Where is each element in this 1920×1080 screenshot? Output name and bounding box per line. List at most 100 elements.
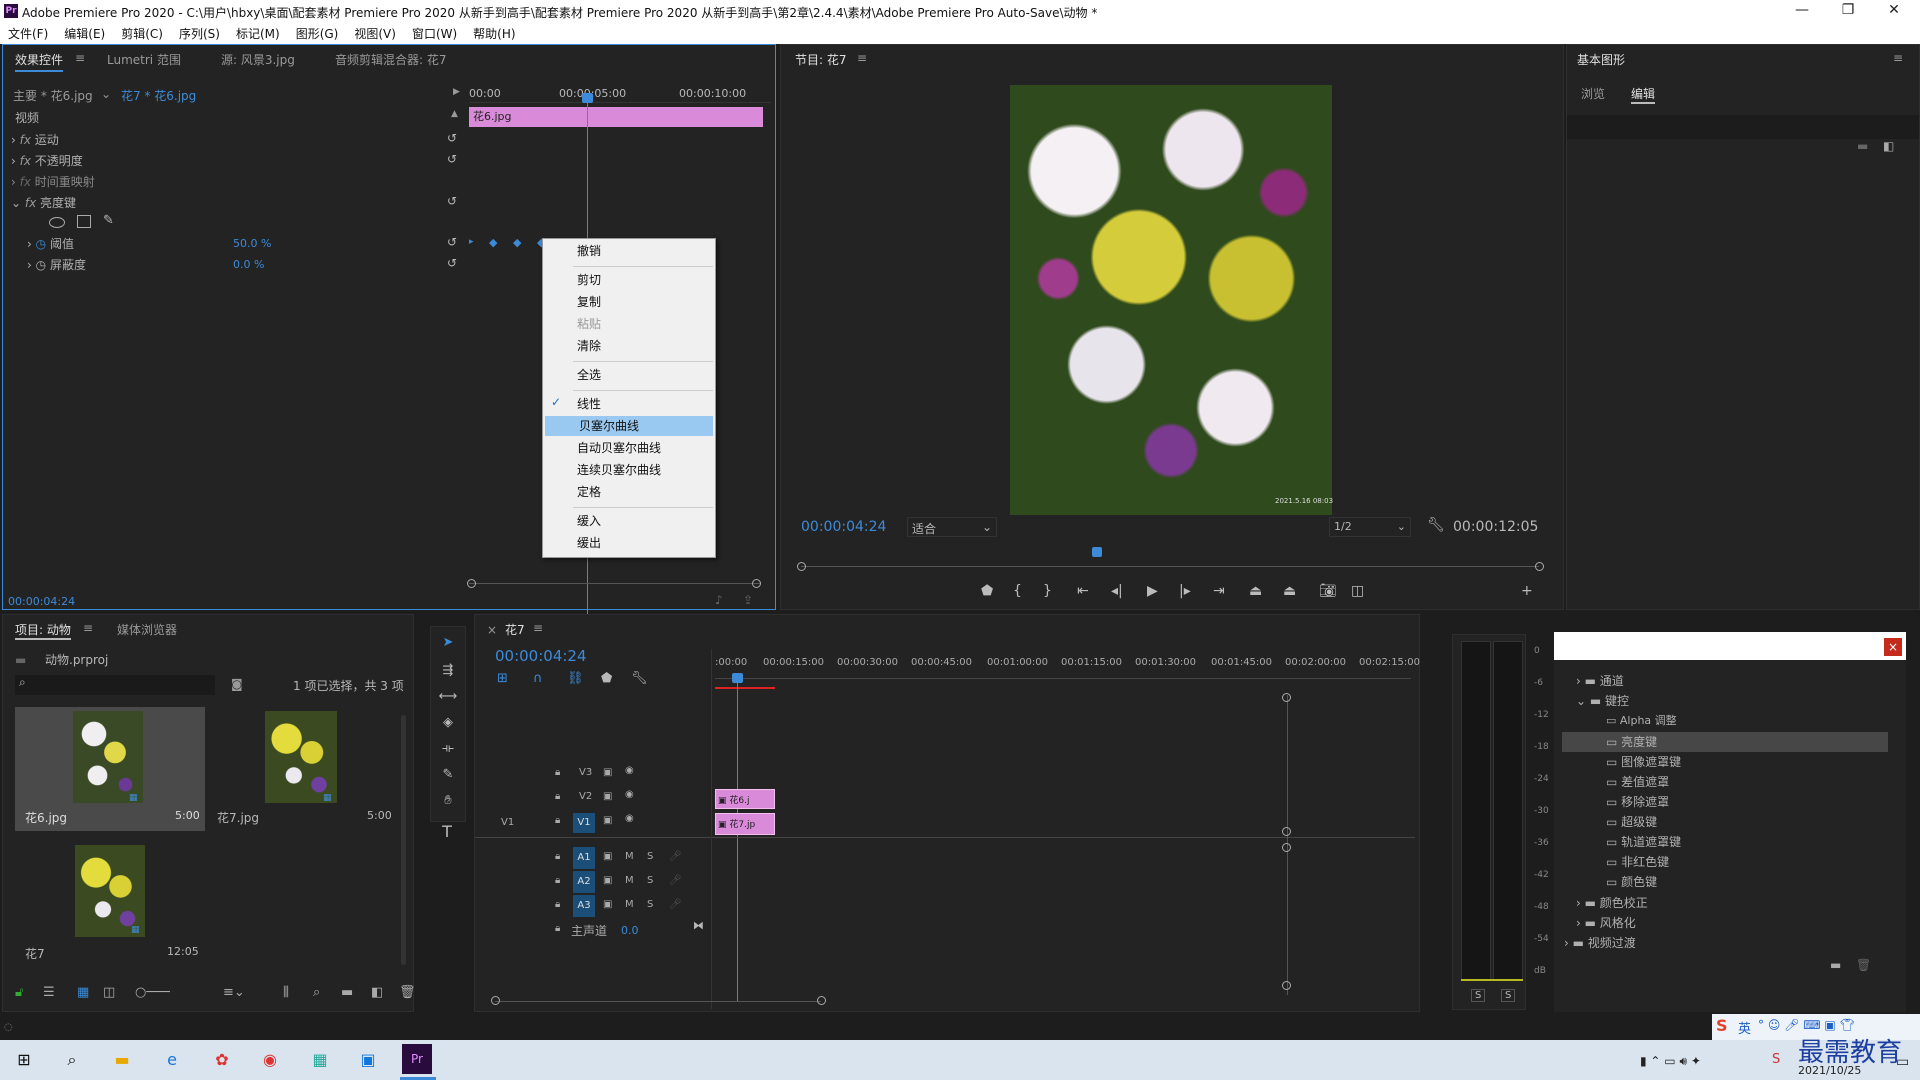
edge-browser-icon[interactable]: e bbox=[158, 1047, 186, 1073]
pen-tool-icon[interactable]: ✎ bbox=[438, 765, 458, 785]
track-label-a2[interactable]: A2 bbox=[573, 871, 595, 893]
scroll-handle-left[interactable] bbox=[491, 996, 500, 1005]
resolution-dropdown[interactable]: 1/2 ⌄ bbox=[1329, 517, 1411, 537]
fit-dropdown[interactable]: 适合 ⌄ bbox=[907, 517, 997, 537]
menu-clip[interactable]: 剪辑(C) bbox=[121, 27, 163, 41]
sogou-logo-icon[interactable]: S bbox=[1716, 1016, 1728, 1035]
timeline-settings-icon[interactable]: 🔧︎ bbox=[631, 671, 648, 686]
menu-linear[interactable]: 线性 bbox=[543, 394, 715, 414]
effect-luma-key-item[interactable]: ▭ 亮度键 bbox=[1606, 733, 1657, 750]
scroll-handle-mid[interactable] bbox=[1282, 827, 1291, 836]
menu-edit[interactable]: 编辑(E) bbox=[64, 27, 105, 41]
cutoff-value[interactable]: 0.0 % bbox=[233, 258, 264, 271]
reset-icon[interactable]: ↺ bbox=[447, 235, 457, 249]
selection-tool-icon[interactable]: ➤ bbox=[438, 633, 458, 653]
timeline-timecode[interactable]: 00:00:04:24 bbox=[495, 647, 587, 665]
thumbnail-image[interactable] bbox=[265, 711, 337, 803]
scroll-handle-bottom[interactable] bbox=[1282, 981, 1291, 990]
track-label-v3[interactable]: V3 bbox=[579, 767, 592, 778]
program-scrub-bar[interactable] bbox=[801, 566, 1539, 567]
mark-in-icon[interactable]: { bbox=[1013, 583, 1022, 599]
effect-image-matte-key[interactable]: ▭ 图像遮罩键 bbox=[1606, 753, 1681, 770]
new-item-icon[interactable]: ◧ bbox=[1883, 139, 1894, 153]
tab-audio-clip-mixer[interactable]: 音频剪辑混合器: 花7 bbox=[335, 51, 447, 68]
sync-lock-icon[interactable]: ▣ bbox=[603, 899, 612, 910]
store-icon[interactable]: ▦ bbox=[306, 1047, 334, 1073]
step-back-icon[interactable]: ◂| bbox=[1111, 583, 1123, 599]
menu-undo[interactable]: 撤销 bbox=[543, 241, 715, 261]
export-frame-icon[interactable]: 📷︎ bbox=[1319, 583, 1337, 599]
track-label-v2[interactable]: V2 bbox=[579, 791, 592, 802]
reset-icon[interactable]: ↺ bbox=[447, 152, 457, 166]
effect-difference-matte[interactable]: ▭ 差值遮罩 bbox=[1606, 773, 1669, 790]
master-volume-value[interactable]: 0.0 bbox=[621, 924, 639, 937]
tab-media-browser[interactable]: 媒体浏览器 bbox=[117, 621, 177, 638]
keyframe-nav-icon[interactable]: ▸ bbox=[469, 237, 474, 247]
microphone-icon[interactable]: 🎤︎ bbox=[669, 899, 682, 910]
folder-video-transitions[interactable]: › ▬ 视频过渡 bbox=[1564, 934, 1636, 951]
pen-mask-icon[interactable]: ✎ bbox=[103, 213, 114, 228]
thumbnail-image[interactable] bbox=[75, 845, 145, 937]
microphone-icon[interactable]: 🎤︎ bbox=[669, 875, 682, 886]
play-only-icon[interactable]: ▶ bbox=[453, 87, 460, 97]
menu-select-all[interactable]: 全选 bbox=[543, 365, 715, 385]
extract-icon[interactable]: ⏏ bbox=[1283, 583, 1296, 599]
menu-continuous-bezier[interactable]: 连续贝塞尔曲线 bbox=[543, 460, 715, 480]
eye-icon[interactable]: ◉ bbox=[625, 765, 634, 776]
menu-marker[interactable]: 标记(M) bbox=[236, 27, 280, 41]
menu-file[interactable]: 文件(F) bbox=[8, 27, 48, 41]
stopwatch-icon[interactable]: ◷ bbox=[36, 237, 46, 251]
menu-clear[interactable]: 清除 bbox=[543, 336, 715, 356]
icon-view-icon[interactable]: ▦ bbox=[77, 985, 89, 1000]
premiere-taskbar-icon[interactable]: Pr bbox=[402, 1044, 432, 1074]
comparison-view-icon[interactable]: ◫ bbox=[1351, 583, 1364, 599]
timeline-hscrollbar[interactable] bbox=[495, 1001, 821, 1002]
ripple-edit-tool-icon[interactable]: ⟷ bbox=[438, 687, 458, 707]
microphone-icon[interactable]: 🎤︎ bbox=[669, 851, 682, 862]
track-label-a3[interactable]: A3 bbox=[573, 895, 595, 917]
menu-view[interactable]: 视图(V) bbox=[354, 27, 396, 41]
menu-cut[interactable]: 剪切 bbox=[543, 270, 715, 290]
program-timecode[interactable]: 00:00:04:24 bbox=[801, 519, 886, 535]
step-forward-icon[interactable]: |▸ bbox=[1179, 583, 1191, 599]
thumbnail-image[interactable] bbox=[73, 711, 143, 803]
effect-motion[interactable]: › fx 运动 bbox=[11, 131, 59, 151]
reset-icon[interactable]: ↺ bbox=[447, 194, 457, 208]
hand-tool-icon[interactable]: ✋︎ bbox=[438, 791, 458, 811]
add-marker-icon[interactable]: ⬟ bbox=[601, 671, 612, 686]
effect-alpha-adjust[interactable]: ▭ Alpha 调整 bbox=[1606, 712, 1677, 728]
expand-icon[interactable]: › bbox=[11, 154, 16, 168]
system-tray-icons[interactable]: ▮ ⌃ ▭ 🔊︎ ✦ bbox=[1640, 1054, 1701, 1069]
effects-search-input[interactable] bbox=[1554, 632, 1906, 660]
expand-icon[interactable]: › bbox=[11, 133, 16, 147]
eye-icon[interactable]: ◉ bbox=[625, 789, 634, 800]
timeline-ruler[interactable]: :00:00 00:00:15:00 00:00:30:00 00:00:45:… bbox=[715, 655, 1420, 679]
solo-button[interactable]: S bbox=[647, 851, 653, 862]
new-item-icon[interactable]: ◧ bbox=[371, 985, 383, 1000]
find-icon[interactable]: ⌕ bbox=[313, 985, 320, 1000]
stopwatch-icon[interactable]: ◷ bbox=[36, 258, 46, 272]
panel-menu-icon[interactable]: ≡ bbox=[83, 621, 93, 635]
effect-luma-key[interactable]: ⌄ fx 亮度键 bbox=[11, 194, 76, 214]
ec-timecode[interactable]: 00:00:04:24 bbox=[8, 595, 75, 608]
close-window-button[interactable]: ✕ bbox=[1874, 2, 1914, 18]
folder-color-correction[interactable]: › ▬ 颜色校正 bbox=[1576, 894, 1648, 911]
ec-playhead-handle[interactable] bbox=[582, 93, 593, 103]
ime-tool-icons[interactable]: ° ☺ 🎤︎ ⌨︎ ▣ 👕︎ bbox=[1758, 1018, 1855, 1032]
wrench-icon[interactable]: 🔧︎ bbox=[1427, 517, 1445, 533]
new-bin-from-search-icon[interactable]: ◙ bbox=[231, 677, 243, 691]
reset-icon[interactable]: ↺ bbox=[447, 256, 457, 270]
list-view-icon[interactable]: ☰ bbox=[43, 985, 55, 1000]
export-icon[interactable]: ⇪ bbox=[743, 593, 753, 607]
zoom-slider[interactable]: ○─── bbox=[135, 985, 170, 1000]
scroll-handle-left[interactable] bbox=[467, 579, 476, 588]
timeline-playhead[interactable] bbox=[737, 677, 738, 1001]
tab-source[interactable]: 源: 风景3.jpg bbox=[221, 51, 295, 68]
sort-icon[interactable]: ≡⌄ bbox=[223, 985, 245, 1000]
menu-graphics[interactable]: 图形(G) bbox=[296, 27, 339, 41]
track-select-tool-icon[interactable]: ⇶ bbox=[438, 661, 458, 681]
keyframe[interactable]: ◆ bbox=[489, 236, 497, 249]
solo-right-button[interactable]: S bbox=[1501, 989, 1516, 1002]
close-icon[interactable]: × bbox=[1884, 638, 1902, 656]
project-search-input[interactable]: ⌕ bbox=[15, 675, 215, 695]
